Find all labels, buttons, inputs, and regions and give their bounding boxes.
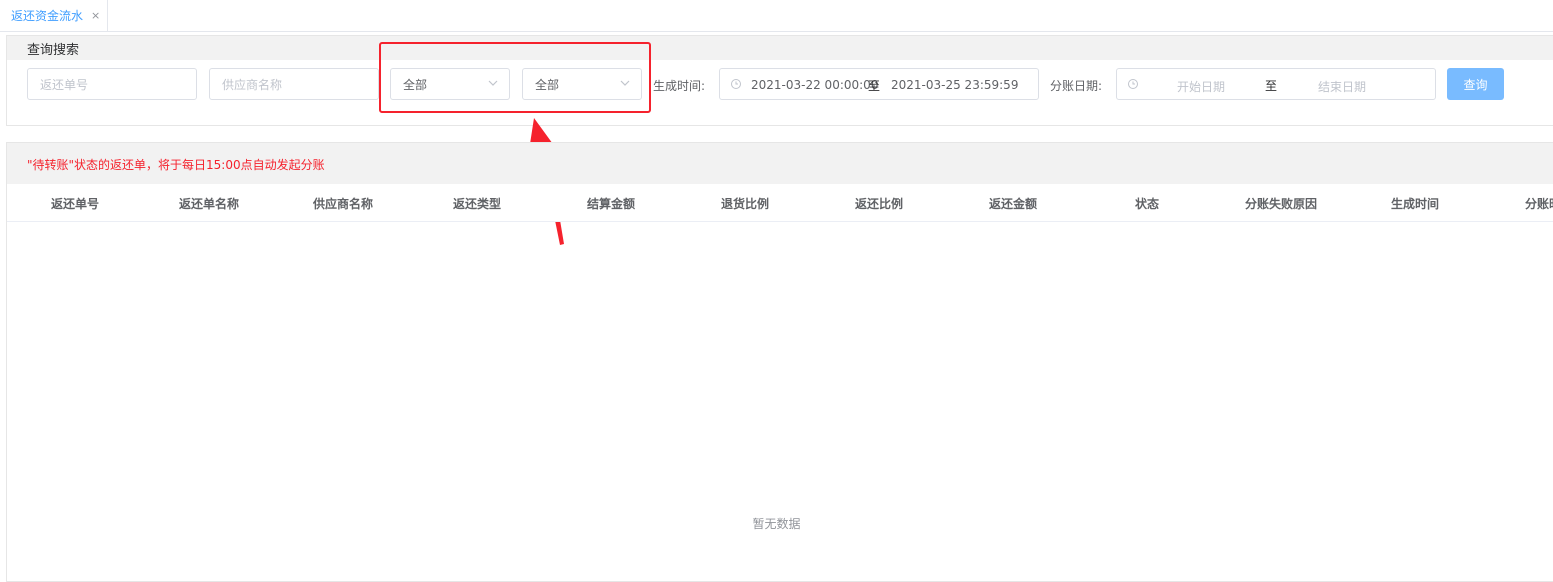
- split-date-label: 分账日期:: [1050, 79, 1103, 93]
- supplier-name-placeholder: 供应商名称: [222, 77, 283, 92]
- highlight-box: [379, 42, 651, 113]
- return-no-placeholder: 返还单号: [40, 77, 89, 92]
- gen-time-range[interactable]: 2021-03-22 00:00:00 至 2021-03-25 23:59:5…: [719, 68, 1039, 100]
- table-header: 返还单号 返还单名称 供应商名称 返还类型 结算金额 退货比例 返还比例 返还金…: [7, 184, 1553, 222]
- gen-time-start: 2021-03-22 00:00:00: [751, 78, 879, 92]
- gen-time-sep: 至: [868, 79, 881, 93]
- split-start-placeholder: 开始日期: [1177, 80, 1226, 94]
- column-header: 状态: [1134, 197, 1159, 211]
- column-header: 返还比例: [854, 197, 903, 211]
- query-button[interactable]: 查询: [1447, 68, 1504, 100]
- search-header: 查询搜索: [7, 36, 1553, 60]
- clock-icon: [731, 79, 741, 89]
- column-header: 返还单名称: [178, 197, 239, 211]
- column-header: 返还金额: [988, 197, 1037, 211]
- return-no-input[interactable]: 返还单号: [27, 68, 197, 100]
- column-header: 返还单号: [50, 197, 99, 211]
- notice-text: "待转账"状态的返还单，将于每日15:00点自动发起分账: [27, 158, 325, 172]
- notice-bar: "待转账"状态的返还单，将于每日15:00点自动发起分账: [7, 143, 1553, 184]
- column-header: 结算金额: [586, 197, 635, 211]
- column-header: 生成时间: [1390, 197, 1439, 211]
- search-title: 查询搜索: [27, 43, 80, 58]
- split-date-range[interactable]: 开始日期 至 结束日期: [1116, 68, 1436, 100]
- empty-state-text: 暂无数据: [752, 517, 801, 531]
- gen-time-label: 生成时间:: [653, 79, 706, 93]
- column-header: 供应商名称: [312, 197, 373, 211]
- split-end-placeholder: 结束日期: [1318, 80, 1367, 94]
- column-header: 返还类型: [452, 197, 501, 211]
- split-date-sep: 至: [1265, 79, 1278, 93]
- column-header: 分账失败原因: [1244, 197, 1317, 211]
- column-header: 分账时间: [1524, 197, 1553, 211]
- close-icon[interactable]: ×: [91, 9, 100, 22]
- supplier-name-input[interactable]: 供应商名称: [209, 68, 379, 100]
- gen-time-end: 2021-03-25 23:59:59: [891, 78, 1019, 92]
- tab-bar: 返还资金流水 ×: [0, 0, 1553, 32]
- tab-return-funds-flow[interactable]: 返还资金流水 ×: [0, 0, 108, 31]
- clock-icon: [1128, 79, 1138, 89]
- column-header: 退货比例: [720, 197, 769, 211]
- tab-label: 返还资金流水: [11, 9, 84, 23]
